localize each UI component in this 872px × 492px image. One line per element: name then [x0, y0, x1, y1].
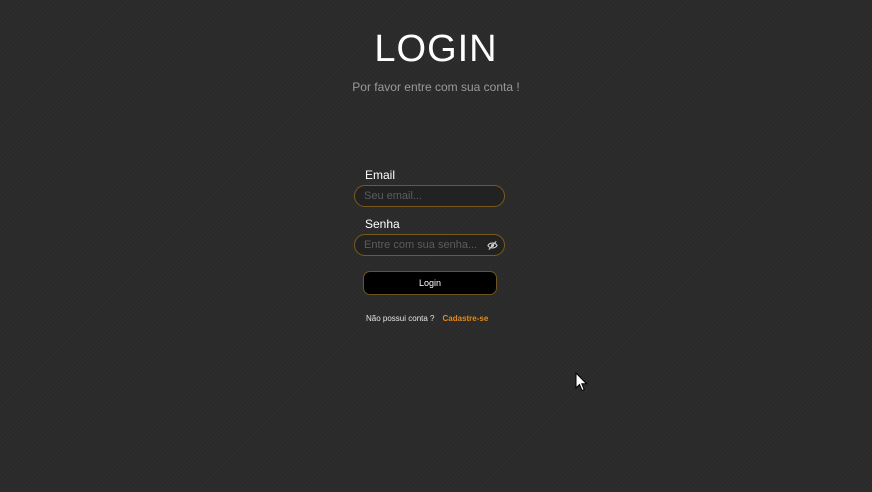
page-title: LOGIN — [374, 28, 498, 70]
login-button[interactable]: Login — [363, 271, 497, 295]
signup-row: Não possui conta ? Cadastre-se — [366, 314, 488, 323]
password-label: Senha — [365, 217, 400, 231]
signup-link[interactable]: Cadastre-se — [443, 314, 489, 323]
email-label: Email — [365, 168, 396, 182]
page-subtitle: Por favor entre com sua conta ! — [352, 80, 520, 94]
password-field[interactable] — [364, 237, 482, 253]
password-field-container[interactable] — [354, 234, 505, 256]
email-field[interactable] — [364, 188, 482, 204]
signup-prompt: Não possui conta ? — [366, 314, 435, 323]
eye-off-icon[interactable] — [487, 240, 498, 251]
mouse-cursor-icon — [575, 372, 588, 392]
email-field-container[interactable] — [354, 185, 505, 207]
